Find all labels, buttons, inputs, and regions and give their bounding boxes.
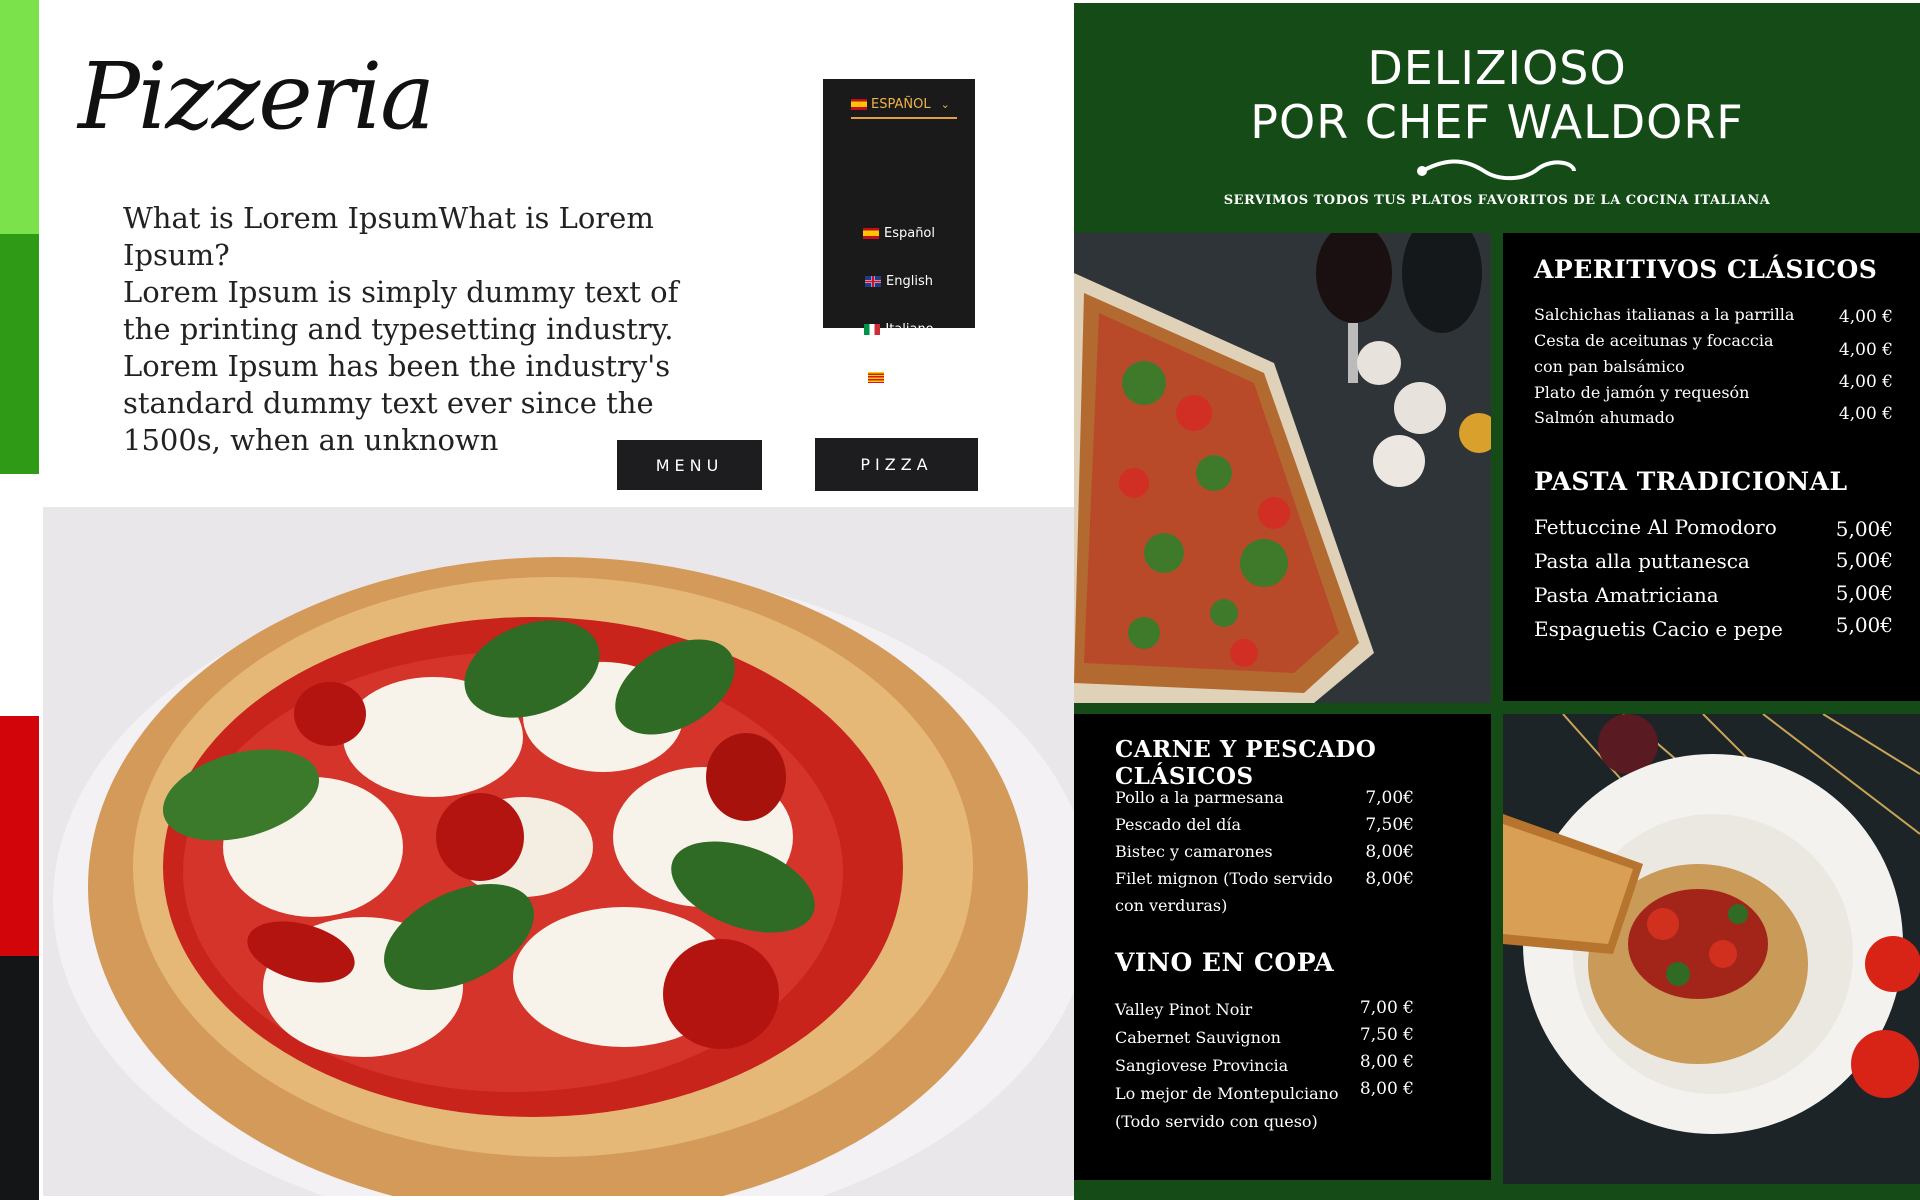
color-bar-green (0, 234, 39, 474)
menu-item: Sangiovese Provincia (1115, 1056, 1289, 1075)
menu-item: Valley Pinot Noir (1115, 1000, 1253, 1019)
language-option-label: Español (883, 225, 935, 241)
flatbread-illustration (1074, 233, 1491, 703)
pizza-button[interactable]: PIZZA (815, 438, 978, 491)
section-title-pasta: PASTA TRADICIONAL (1534, 467, 1848, 496)
menu-item-price: 5,00€ (1835, 581, 1893, 605)
menu-item: Filet mignon (Todo servido (1115, 869, 1333, 888)
menu-item-price: 4,00 € (1838, 372, 1893, 392)
language-option-label: Català (888, 369, 931, 385)
menu-item-price: 7,00€ (1365, 788, 1414, 808)
spaghetti-illustration (1503, 714, 1920, 1184)
menu-item: Pescado del día (1115, 815, 1241, 834)
menu-item: Bistec y camarones (1115, 842, 1273, 861)
menu-item: Espaguetis Cacio e pepe (1534, 617, 1783, 641)
chevron-down-icon: ⌄ (940, 97, 950, 111)
intro-text: What is Lorem IpsumWhat is Lorem Ipsum? … (123, 200, 703, 459)
color-bar-black (0, 956, 39, 1200)
menu-item-price: 4,00 € (1838, 340, 1893, 360)
poster-title-line2: POR CHEF WALDORF (1250, 95, 1744, 149)
menu-item-price: 8,00 € (1359, 1079, 1414, 1099)
section-title-vino: VINO EN COPA (1115, 948, 1335, 977)
poster-subtitle: SERVIMOS TODOS TUS PLATOS FAVORITOS DE L… (1223, 193, 1771, 208)
intro-heading: What is Lorem IpsumWhat is Lorem Ipsum? (123, 201, 654, 272)
menu-item: Pasta Amatriciana (1534, 583, 1719, 607)
menu-item-price: 4,00 € (1838, 307, 1893, 327)
menu-item: Salmón ahumado (1534, 408, 1675, 427)
menu-item-price: 5,00€ (1835, 517, 1893, 541)
menu-item: Cabernet Sauvignon (1115, 1028, 1281, 1047)
language-option-italiano[interactable]: Italiano (823, 314, 975, 344)
menu-item: Salchichas italianas a la parrilla (1534, 305, 1795, 324)
menu-item-price: 8,00 € (1359, 1052, 1414, 1072)
menu-panel-carne-vino: CARNE Y PESCADO CLÁSICOS Pollo a la parm… (1074, 714, 1491, 1180)
pizza-illustration (53, 557, 1074, 1196)
language-dropdown[interactable]: ESPAÑOL ⌄ Español English Italiano Catal… (823, 79, 975, 385)
language-option-label: Italiano (885, 321, 934, 337)
poster-title: DELIZIOSO POR CHEF WALDORF (1074, 41, 1920, 149)
section-title-carne-pescado: CARNE Y PESCADO CLÁSICOS (1115, 736, 1377, 790)
menu-item-price: 8,00€ (1365, 842, 1414, 862)
menu-item: Fettuccine Al Pomodoro (1534, 515, 1777, 539)
color-bar-light-green (0, 0, 39, 234)
color-bar-red (0, 716, 39, 956)
menu-item-price: 7,50€ (1365, 815, 1414, 835)
menu-item: Pasta alla puttanesca (1534, 549, 1750, 573)
pizzeria-logo[interactable]: Pizzeria (78, 42, 435, 152)
language-option-catala[interactable]: Català (823, 362, 975, 392)
poster-title-line1: DELIZIOSO (1367, 41, 1627, 95)
pizza-photo (43, 507, 1074, 1196)
spain-flag-icon (851, 98, 867, 110)
menu-button[interactable]: MENU (617, 440, 762, 490)
menu-item-price: 8,00€ (1365, 869, 1414, 889)
flatbread-pizza-photo (1074, 233, 1491, 703)
flourish-icon (1417, 159, 1576, 181)
menu-item-continued: (Todo servido con queso) (1115, 1112, 1318, 1131)
menu-item-price: 7,00 € (1359, 998, 1414, 1018)
intro-body: Lorem Ipsum is simply dummy text of the … (123, 275, 679, 457)
menu-item-continued: con verduras) (1115, 896, 1228, 915)
menu-item-price: 5,00€ (1835, 613, 1893, 637)
menu-item-continued: con pan balsámico (1534, 357, 1685, 376)
language-current[interactable]: ESPAÑOL ⌄ (851, 95, 957, 119)
section-title-aperitivos: APERITIVOS CLÁSICOS (1534, 255, 1878, 284)
uk-flag-icon (865, 275, 882, 287)
catalonia-flag-icon (867, 371, 884, 383)
menu-item-price: 5,00€ (1835, 548, 1893, 572)
language-option-english[interactable]: English (823, 266, 975, 296)
menu-panel-aperitivos-pasta: APERITIVOS CLÁSICOS Salchichas italianas… (1503, 233, 1920, 701)
menu-item-price: 4,00 € (1838, 404, 1893, 424)
menu-item: Pollo a la parmesana (1115, 788, 1284, 807)
spain-flag-icon (862, 227, 879, 239)
language-option-label: English (886, 273, 933, 289)
italy-flag-icon (864, 323, 881, 335)
menu-item: Lo mejor de Montepulciano (1115, 1084, 1339, 1103)
menu-item: Cesta de aceitunas y focaccia (1534, 331, 1774, 350)
language-option-espanol[interactable]: Español (823, 218, 975, 248)
menu-item: Plato de jamón y requesón (1534, 383, 1750, 402)
language-current-label: ESPAÑOL (871, 96, 931, 112)
spaghetti-photo (1503, 714, 1920, 1184)
menu-item-price: 7,50 € (1359, 1025, 1414, 1045)
